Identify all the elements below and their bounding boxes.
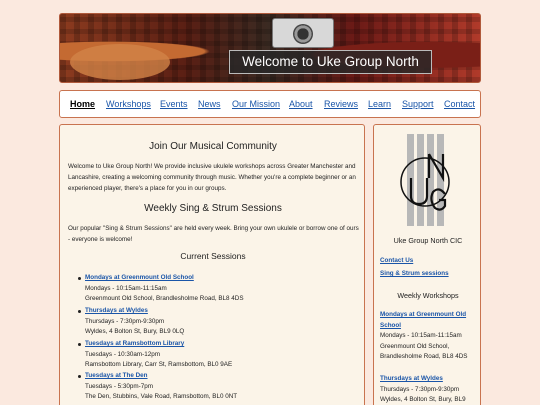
nav-news[interactable]: News xyxy=(198,99,221,109)
bullet-icon xyxy=(78,343,81,346)
session-place: Ramsbottom Library, Carr St, Ramsbottom,… xyxy=(85,361,233,368)
session-time: Thursdays - 7:30pm-9:30pm xyxy=(85,317,165,325)
main-content: Join Our Musical Community Welcome to Uk… xyxy=(59,124,365,405)
workshop-place: Greenmount Old School, Brandlesholme Roa… xyxy=(380,342,468,361)
session-time: Tuesdays - 5:30pm-7pm xyxy=(85,382,154,390)
session-link[interactable]: Mondays at Greenmount Old School xyxy=(85,273,244,284)
workshop-time: Mondays - 10:15am-11:15am xyxy=(380,332,462,339)
session-item: Thursdays at Wyldes Thursdays - 7:30pm-9… xyxy=(78,306,184,338)
org-name: Uke Group North CIC xyxy=(393,236,463,245)
workshop-place: Wyldes, 4 Bolton St, Bury, BL9 xyxy=(380,396,466,403)
nav-contact[interactable]: Contact xyxy=(444,99,475,109)
contact-us-link[interactable]: Contact Us xyxy=(380,257,413,264)
nav-reviews[interactable]: Reviews xyxy=(324,99,358,109)
nav-support[interactable]: Support xyxy=(402,99,434,109)
nav-about[interactable]: About xyxy=(289,99,313,109)
sidebar: Uke Group North CIC Contact Us Sing & St… xyxy=(373,124,481,405)
workshop-link[interactable]: Thursdays at Wyldes xyxy=(380,374,478,385)
session-time: Tuesdays - 10:30am-12pm xyxy=(85,350,161,358)
workshops-heading: Weekly Workshops xyxy=(397,291,459,300)
nav-home[interactable]: Home xyxy=(70,99,95,109)
session-link[interactable]: Tuesdays at The Den xyxy=(85,371,237,382)
sing-strum-link[interactable]: Sing & Strum sessions xyxy=(380,270,449,277)
bullet-icon xyxy=(78,375,81,378)
nav-events[interactable]: Events xyxy=(160,99,188,109)
session-place: The Den, Stubbins, Vale Road, Ramsbottom… xyxy=(85,393,238,400)
session-link[interactable]: Tuesdays at Ramsbottom Library xyxy=(85,339,232,350)
bullet-icon xyxy=(78,277,81,280)
sessions-heading: Current Sessions xyxy=(180,251,246,261)
weekly-heading: Weekly Sing & Strum Sessions xyxy=(144,203,282,214)
camera-image xyxy=(272,18,334,48)
community-heading: Join Our Musical Community xyxy=(149,141,277,152)
nav-our-mission[interactable]: Our Mission xyxy=(232,99,280,109)
workshop-item: Mondays at Greenmount Old School Mondays… xyxy=(380,310,478,363)
workshop-link[interactable]: Mondays at Greenmount Old School xyxy=(380,310,478,331)
nav-learn[interactable]: Learn xyxy=(368,99,391,109)
nav-workshops[interactable]: Workshops xyxy=(106,99,151,109)
session-place: Greenmount Old School, Brandlesholme Roa… xyxy=(85,295,244,302)
workshop-time: Thursdays - 7:30pm-9:30pm xyxy=(380,385,460,393)
ugn-logo xyxy=(400,134,450,226)
session-place: Wyldes, 4 Bolton St, Bury, BL9 0LQ xyxy=(85,328,185,335)
session-item: Tuesdays at The Den Tuesdays - 5:30pm-7p… xyxy=(78,371,237,403)
session-time: Mondays - 10:15am-11:15am xyxy=(85,284,167,292)
intro-text: Welcome to Uke Group North! We provide i… xyxy=(68,163,356,192)
session-item: Tuesdays at Ramsbottom Library Tuesdays … xyxy=(78,339,232,371)
header-banner: Welcome to Uke Group North xyxy=(59,13,481,83)
bullet-icon xyxy=(78,310,81,313)
main-nav: Home Workshops Events News Our Mission A… xyxy=(59,90,481,118)
session-link[interactable]: Thursdays at Wyldes xyxy=(85,306,184,317)
weekly-text: Our popular "Sing & Strum Sessions" are … xyxy=(68,225,359,243)
workshop-item: Thursdays at Wyldes Thursdays - 7:30pm-9… xyxy=(380,374,478,405)
session-item: Mondays at Greenmount Old School Mondays… xyxy=(78,273,244,305)
ukulele-image xyxy=(70,44,170,80)
page-title: Welcome to Uke Group North xyxy=(229,50,432,74)
